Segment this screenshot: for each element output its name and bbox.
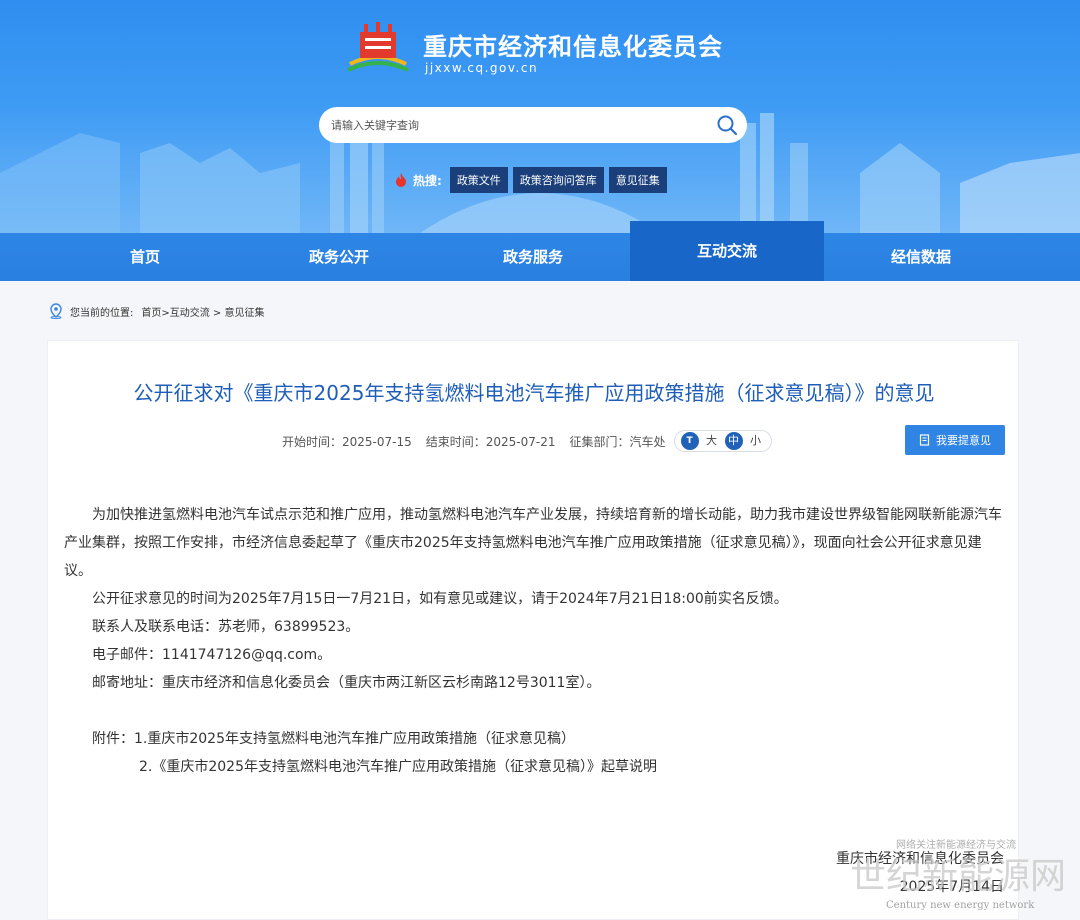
article-meta: 开始时间：2025-07-15 结束时间：2025-07-21 征集部门：汽车处… — [282, 429, 772, 453]
article-title: 公开征求对《重庆市2025年支持氢燃料电池汽车推广应用政策措施（征求意见稿）》的… — [133, 381, 935, 405]
header-banner: 重庆市经济和信息化委员会 jjxxw.cq.gov.cn 热搜: 政策文件 政策… — [0, 0, 1080, 233]
site-domain: jjxxw.cq.gov.cn — [425, 61, 539, 75]
nav-item-interaction[interactable]: 互动交流 — [630, 221, 824, 281]
hot-search-label: 热搜: — [413, 173, 442, 188]
location-pin-icon — [50, 303, 62, 319]
font-size-switcher: T 大 中 小 — [673, 430, 772, 452]
attachment-link-1[interactable]: 附件：1.重庆市2025年支持氢燃料电池汽车推广应用政策措施（征求意见稿） — [64, 725, 1004, 753]
document-edit-icon — [919, 434, 930, 446]
article-card: 公开征求对《重庆市2025年支持氢燃料电池汽车推广应用政策措施（征求意见稿）》的… — [47, 340, 1019, 920]
breadcrumb-prefix: 您当前的位置: — [70, 307, 134, 319]
font-size-icon: T — [680, 432, 699, 450]
signature-block: 重庆市经济和信息化委员会 2025年7月14日 — [824, 845, 1004, 901]
hot-tag-opinion-collection[interactable]: 意见征集 — [608, 167, 667, 193]
paragraph-email: 电子邮件：1141747126@qq.com。 — [92, 647, 332, 663]
department: 征集部门：汽车处 — [569, 434, 666, 449]
font-size-medium-button[interactable]: 中 — [724, 432, 743, 450]
nav-item-gov-affairs-public[interactable]: 政务公开 — [242, 233, 436, 281]
hot-tag-policy-qa[interactable]: 政策咨询问答库 — [512, 167, 604, 193]
submit-opinion-label: 我要提意见 — [936, 434, 991, 447]
main-nav: 首页 政务公开 政务服务 互动交流 经信数据 — [0, 221, 1080, 281]
site-title[interactable]: 重庆市经济和信息化委员会 — [423, 27, 723, 62]
signature-date: 2025年7月14日 — [899, 879, 1004, 895]
search-icon[interactable] — [715, 113, 739, 137]
paragraph-period: 公开征求意见的时间为2025年7月15日一7月21日，如有意见或建议，请于202… — [92, 591, 788, 607]
end-time: 结束时间：2025-07-21 — [425, 434, 556, 449]
paragraph-intro: 为加快推进氢燃料电池汽车试点示范和推广应用，推动氢燃料电池汽车产业发展，持续培育… — [64, 507, 1002, 579]
nav-item-economic-data[interactable]: 经信数据 — [824, 233, 1018, 281]
fire-icon — [396, 173, 406, 187]
nav-item-gov-services[interactable]: 政务服务 — [436, 233, 630, 281]
attachment-link-2[interactable]: 2.《重庆市2025年支持氢燃料电池汽车推广应用政策措施（征求意见稿）》起草说明 — [64, 753, 1004, 781]
article-body: 为加快推进氢燃料电池汽车试点示范和推广应用，推动氢燃料电池汽车产业发展，持续培育… — [64, 501, 1004, 781]
search-input[interactable] — [331, 115, 701, 135]
breadcrumb: 您当前的位置: 首页>互动交流 > 意见征集 — [48, 302, 265, 320]
start-time: 开始时间：2025-07-15 — [282, 434, 412, 449]
submit-opinion-button[interactable]: 我要提意见 — [905, 425, 1005, 455]
hot-search: 热搜: 政策文件 政策咨询问答库 意见征集 — [393, 167, 672, 193]
font-size-small-button[interactable]: 小 — [747, 432, 765, 450]
paragraph-contact: 联系人及联系电话：苏老师，63899523。 — [92, 619, 360, 635]
government-logo-icon — [347, 22, 409, 72]
nav-item-home[interactable]: 首页 — [48, 233, 242, 281]
font-size-large-button[interactable]: 大 — [703, 432, 721, 450]
breadcrumb-path[interactable]: 首页>互动交流 > 意见征集 — [141, 304, 264, 319]
paragraph-address: 邮寄地址：重庆市经济和信息化委员会（重庆市两江新区云杉南路12号3011室）。 — [92, 675, 601, 691]
hot-tag-policy-docs[interactable]: 政策文件 — [449, 167, 508, 193]
search-box — [319, 107, 747, 143]
signature-org: 重庆市经济和信息化委员会 — [836, 851, 1004, 867]
